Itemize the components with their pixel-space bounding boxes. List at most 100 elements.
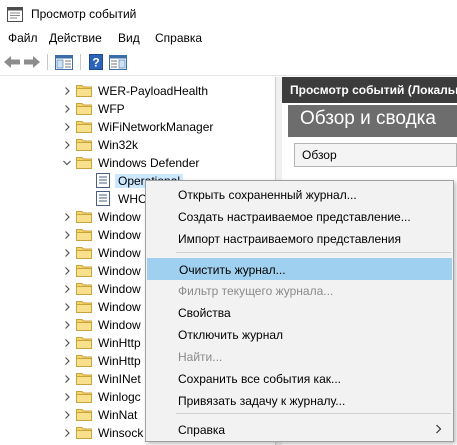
tree-item-label: Window [98, 246, 141, 260]
context-menu-item-label: Создать настраиваемое представление... [178, 210, 411, 224]
context-menu-item[interactable]: Открыть сохраненный журнал... [147, 184, 452, 206]
window-title: Просмотр событий [31, 7, 137, 21]
folder-icon [76, 372, 92, 385]
folder-icon [76, 156, 92, 169]
chevron-right-icon[interactable] [62, 229, 72, 241]
back-arrow-icon[interactable] [2, 53, 22, 71]
context-menu-item[interactable]: Сохранить все события как... [147, 368, 452, 390]
context-menu-item-label: Импорт настраиваемого представления [178, 232, 401, 246]
chevron-right-icon[interactable] [62, 355, 72, 367]
folder-icon [76, 336, 92, 349]
tree-item-label: Windows Defender [98, 156, 200, 170]
context-menu-item[interactable]: Создать настраиваемое представление... [147, 206, 452, 228]
chevron-right-icon[interactable] [62, 85, 72, 97]
tree-folder-item[interactable]: WER-PayloadHealth [0, 82, 275, 100]
tree-item-label: WinHttp [98, 354, 141, 368]
svg-text:?: ? [92, 56, 99, 70]
chevron-right-icon[interactable] [62, 409, 72, 421]
chevron-right-icon[interactable] [62, 103, 72, 115]
context-menu-separator [176, 252, 451, 253]
chevron-right-icon[interactable] [62, 265, 72, 277]
toolbar-divider [47, 54, 48, 70]
chevron-right-icon[interactable] [62, 121, 72, 133]
overview-section-label: Обзор [302, 148, 337, 162]
tree-item-label: WinNat [98, 408, 138, 422]
overview-banner: Обзор и сводка [288, 105, 457, 137]
context-menu-item-label: Справка [178, 423, 226, 437]
menu-file[interactable]: Файл [6, 31, 40, 45]
tree-item-label: WiFiNetworkManager [98, 120, 214, 134]
tree-folder-item[interactable]: WiFiNetworkManager [0, 118, 275, 136]
chevron-right-icon[interactable] [62, 373, 72, 385]
event-log-icon [96, 191, 110, 206]
menu-help[interactable]: Справка [153, 31, 204, 45]
chevron-right-icon[interactable] [62, 247, 72, 259]
tree-item-label: Window [98, 318, 141, 332]
chevron-right-icon[interactable] [62, 427, 72, 439]
context-menu-item-label: Отключить журнал [178, 328, 283, 342]
folder-icon [76, 264, 92, 277]
tree-item-label: Winsock [98, 426, 144, 440]
chevron-right-icon[interactable] [62, 283, 72, 295]
tree-item-label: Win32k [98, 138, 139, 152]
toolbar: ? [0, 49, 457, 76]
tree-item-label: WFP [98, 102, 125, 116]
submenu-arrow-icon [435, 423, 442, 437]
context-menu-item-label: Открыть сохраненный журнал... [178, 188, 357, 202]
context-menu-item-label: Привязать задачу к журналу... [178, 394, 346, 408]
tree-item-label: Window [98, 228, 141, 242]
context-menu-item[interactable]: Импорт настраиваемого представления [147, 228, 452, 250]
menu-bar: Файл Действие Вид Справка [0, 29, 457, 49]
tree-item-label: Winlogc [98, 390, 141, 404]
tree-folder-item[interactable]: Win32k [0, 136, 275, 154]
folder-icon [76, 84, 92, 97]
context-menu-item: Найти... [147, 346, 452, 368]
menu-view[interactable]: Вид [116, 31, 142, 45]
chevron-right-icon[interactable] [62, 211, 72, 223]
tree-item-label: Window [98, 210, 141, 224]
context-menu-item[interactable]: Свойства [147, 302, 452, 324]
context-menu-item-label: Очистить журнал... [179, 263, 286, 277]
folder-icon [76, 408, 92, 421]
chevron-down-icon[interactable] [62, 157, 72, 169]
content-pane-header: Просмотр событий (Локальн [282, 77, 457, 103]
show-hide-action-pane-icon[interactable] [108, 53, 128, 71]
context-menu-item[interactable]: Справка [147, 419, 452, 441]
chevron-right-icon[interactable] [62, 301, 72, 313]
chevron-right-icon[interactable] [62, 319, 72, 331]
folder-icon [76, 246, 92, 259]
context-menu: Открыть сохраненный журнал... Создать нас… [145, 180, 454, 442]
tree-folder-item[interactable]: Windows Defender [0, 154, 275, 172]
menu-action[interactable]: Действие [47, 31, 104, 45]
context-menu-item[interactable]: Очистить журнал... [147, 258, 452, 280]
folder-icon [76, 300, 92, 313]
tree-item-label: WinINet [98, 372, 141, 386]
folder-icon [76, 138, 92, 151]
toolbar-divider [80, 54, 81, 70]
folder-icon [76, 318, 92, 331]
overview-section[interactable]: Обзор [294, 143, 457, 167]
context-menu-item-label: Найти... [178, 350, 223, 364]
folder-icon [76, 120, 92, 133]
event-viewer-app-icon [7, 7, 23, 22]
folder-icon [76, 228, 92, 241]
context-menu-item[interactable]: Отключить журнал [147, 324, 452, 346]
chevron-right-icon[interactable] [62, 139, 72, 151]
folder-icon [76, 390, 92, 403]
help-icon[interactable]: ? [86, 53, 106, 71]
show-hide-tree-icon[interactable] [54, 53, 74, 71]
context-menu-item-label: Фильтр текущего журнала... [178, 284, 334, 298]
context-menu-item-label: Свойства [178, 306, 231, 320]
event-log-icon [96, 173, 110, 188]
title-bar: Просмотр событий [0, 0, 457, 29]
tree-folder-item[interactable]: WFP [0, 100, 275, 118]
chevron-right-icon[interactable] [62, 337, 72, 349]
context-menu-item[interactable]: Привязать задачу к журналу... [147, 390, 452, 412]
tree-item-label: Window [98, 300, 141, 314]
tree-item-label: Window [98, 264, 141, 278]
chevron-right-icon[interactable] [62, 391, 72, 403]
folder-icon [76, 102, 92, 115]
folder-icon [76, 282, 92, 295]
forward-arrow-icon[interactable] [22, 53, 42, 71]
tree-item-label: Window [98, 282, 141, 296]
